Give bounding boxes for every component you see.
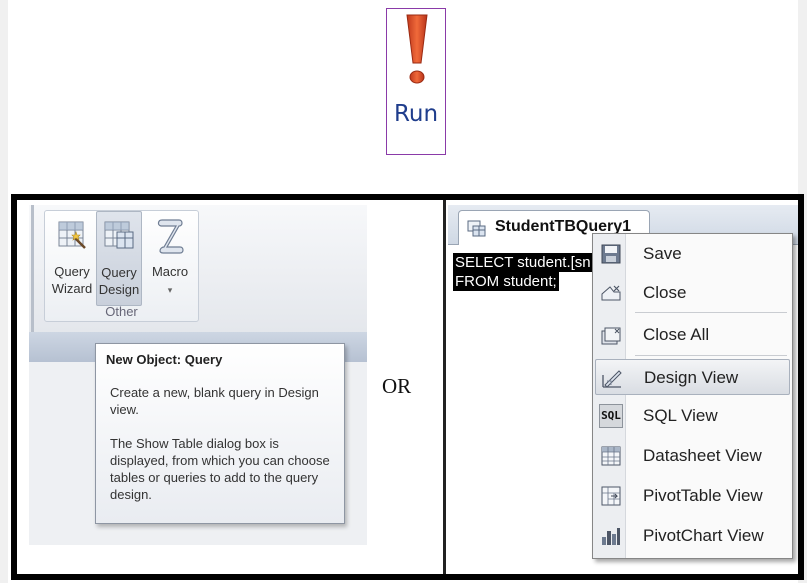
run-button[interactable]: Run	[386, 8, 446, 155]
menu-item-pivotchart-view[interactable]: PivotChart View	[595, 518, 790, 554]
query-tab-icon	[467, 220, 486, 237]
pivottable-view-icon	[601, 486, 621, 506]
ribbon-group-other: Query Wizard Query Design Macro ▾ Other	[44, 210, 199, 322]
tooltip-paragraph-1: Create a new, blank query in Design view…	[110, 385, 319, 417]
menu-item-design-view[interactable]: Design View	[595, 359, 790, 395]
query-design-label-line2: Design	[98, 282, 140, 297]
menu-item-close[interactable]: Close	[595, 275, 790, 311]
panel-divider	[443, 200, 446, 574]
query-design-button[interactable]: Query Design	[96, 211, 142, 306]
query-design-icon	[104, 221, 134, 249]
tooltip-title: New Object: Query	[106, 352, 223, 367]
query-design-label-line1: Query	[101, 265, 137, 280]
group-caption-other: Other	[105, 304, 138, 319]
menu-item-pivottable-view[interactable]: PivotTable View	[595, 478, 790, 514]
close-all-icon	[601, 327, 621, 345]
query-wizard-icon	[58, 221, 86, 249]
or-label: OR	[382, 374, 412, 398]
menu-item-save[interactable]: Save	[595, 236, 790, 272]
screenshot-frame: Query Wizard Query Design Macro ▾ Other …	[11, 194, 804, 580]
macro-button[interactable]: Macro ▾	[145, 211, 195, 306]
menu-label-sql-view: SQL View	[643, 406, 718, 425]
query-wizard-button[interactable]: Query Wizard	[49, 211, 95, 306]
menu-label-datasheet-view: Datasheet View	[643, 446, 762, 465]
design-view-icon	[602, 370, 622, 388]
menu-item-sql-view[interactable]: SQL SQL View	[595, 398, 790, 434]
context-menu: Save Close Close All Design View SQL SQL…	[592, 233, 793, 559]
sql-view-icon: SQL	[599, 404, 623, 428]
menu-label-save: Save	[643, 244, 682, 263]
sql-line-2: FROM student;	[453, 272, 559, 291]
menu-label-pivottable-view: PivotTable View	[643, 486, 763, 505]
tooltip-paragraph-2: The Show Table dialog box is displayed, …	[110, 436, 330, 502]
menu-separator	[635, 312, 787, 313]
chevron-down-icon: ▾	[167, 285, 173, 295]
macro-label: Macro	[151, 264, 189, 279]
query-wizard-label-line2: Wizard	[51, 281, 93, 296]
menu-label-pivotchart-view: PivotChart View	[643, 526, 764, 545]
menu-label-close: Close	[643, 283, 687, 302]
datasheet-view-icon	[601, 446, 621, 466]
query-design-tooltip: New Object: Query Create a new, blank qu…	[95, 343, 345, 524]
menu-label-close-all: Close All	[643, 325, 710, 344]
save-icon	[601, 244, 621, 264]
menu-item-close-all[interactable]: Close All	[595, 317, 790, 353]
menu-label-design-view: Design View	[644, 368, 739, 387]
menu-item-datasheet-view[interactable]: Datasheet View	[595, 438, 790, 474]
exclamation-icon	[406, 14, 428, 84]
query-wizard-label-line1: Query	[54, 264, 90, 279]
ribbon-edge	[31, 205, 34, 332]
sql-line-1: SELECT student.[sn	[453, 253, 593, 272]
close-icon	[601, 285, 621, 301]
menu-separator	[635, 355, 787, 356]
run-label: Run	[393, 101, 439, 127]
pivotchart-view-icon	[602, 528, 620, 545]
macro-scroll-icon	[157, 219, 184, 254]
